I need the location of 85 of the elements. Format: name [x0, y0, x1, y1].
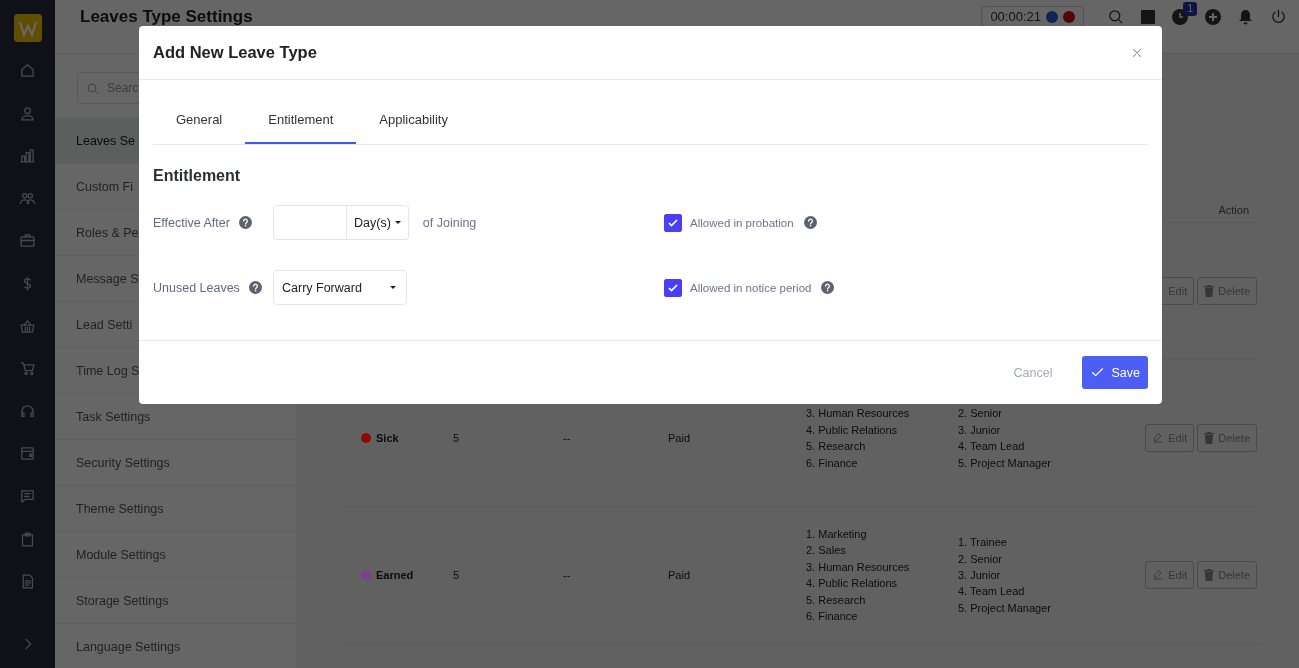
list-item: 5. Project Manager	[958, 601, 1052, 614]
list-item: 5. Research	[806, 593, 867, 606]
checkbox[interactable]	[664, 278, 682, 297]
list-item: 2. Senior	[958, 552, 1004, 565]
edit-icon	[1152, 569, 1165, 581]
clipboard-icon	[19, 530, 36, 548]
tab[interactable]: General	[153, 100, 246, 144]
pause-icon[interactable]	[1046, 10, 1058, 23]
list-item: 4. Team Lead	[958, 585, 1026, 598]
basket-icon	[19, 317, 36, 335]
user-icon	[19, 104, 36, 122]
list-item: 3. Junior	[958, 423, 1002, 436]
help-icon	[803, 216, 817, 229]
list-item: 2. Senior	[958, 407, 1004, 420]
list-item: 1. Marketing	[806, 528, 868, 540]
trash-icon	[1204, 285, 1215, 297]
table-cell-text: --	[563, 432, 572, 444]
checkbox[interactable]	[664, 213, 682, 232]
chart-icon	[19, 147, 36, 165]
table-cell-text: Paid	[668, 432, 692, 444]
square-icon[interactable]	[1141, 9, 1155, 24]
checkbox-label: Allowed in notice period	[690, 281, 812, 294]
list-item: 4. Team Lead	[958, 440, 1026, 453]
notification-badge: 1	[1183, 1, 1197, 16]
check-icon	[667, 216, 679, 229]
briefcase-icon	[19, 232, 36, 250]
trash-icon	[1204, 569, 1215, 581]
leave-name: Sick	[361, 432, 453, 444]
menu-item[interactable]: Language Settings	[55, 624, 297, 668]
modal-title: Add New Leave Type	[153, 43, 317, 62]
check-icon	[667, 281, 679, 294]
field-label: Effective After	[153, 215, 230, 230]
list-item: 5. Project Manager	[958, 456, 1052, 469]
list-item: 3. Junior	[958, 569, 1002, 581]
chat-icon	[19, 487, 36, 505]
table-cell-text: 5	[453, 432, 461, 444]
page-title: Leaves Type Settings	[80, 7, 253, 27]
list-item: 5. Research	[806, 440, 867, 453]
field-label: Unused Leaves	[153, 280, 240, 295]
menu-item[interactable]: Module Settings	[55, 532, 297, 578]
caret-icon	[390, 286, 396, 289]
bell-icon[interactable]	[1238, 8, 1253, 25]
menu-item[interactable]: Storage Settings	[55, 578, 297, 624]
edit-icon	[1152, 432, 1165, 444]
search-icon	[86, 81, 99, 95]
caret-icon	[394, 221, 401, 224]
list-item: 1. Trainee	[958, 536, 1008, 549]
section-title: Entitlement	[153, 167, 242, 185]
unit-dropdown[interactable]: Day(s)	[347, 205, 409, 240]
timer-text: 00:00:21	[990, 9, 1041, 24]
field-suffix: of Joining	[422, 215, 477, 230]
power-icon	[1270, 8, 1287, 25]
home-icon	[19, 62, 36, 79]
list-item: 4. Public Relations	[806, 577, 899, 590]
help-icon	[238, 216, 252, 229]
menu-item[interactable]: Security Settings	[55, 440, 297, 486]
list-item: 3. Human Resources	[806, 407, 911, 420]
checkbox-label: Allowed in probation	[690, 216, 794, 229]
help-icon	[248, 281, 262, 294]
table-cell-text: --	[563, 569, 572, 581]
list-item: 4. Public Relations	[806, 423, 899, 436]
search-icon	[1107, 8, 1124, 25]
help-icon	[821, 281, 835, 294]
tab[interactable]: Entitlement	[245, 100, 357, 144]
column-header: Action	[1218, 204, 1249, 216]
plus-icon[interactable]	[1205, 8, 1221, 25]
save-button[interactable]: Save	[1081, 356, 1148, 389]
logo[interactable]	[13, 14, 42, 42]
cancel-button[interactable]: Cancel	[1007, 364, 1059, 381]
menu-item[interactable]: Theme Settings	[55, 486, 297, 532]
list-item: 6. Finance	[806, 609, 859, 622]
list-item: 3. Human Resources	[806, 560, 911, 573]
table-cell-text: 5	[453, 569, 461, 581]
input-field[interactable]	[273, 205, 347, 240]
headset-icon	[19, 402, 36, 420]
calendar-icon	[19, 445, 36, 463]
select-field[interactable]: Carry Forward	[273, 270, 407, 305]
table-cell-text: Paid	[668, 569, 692, 581]
stop-icon[interactable]	[1063, 10, 1075, 23]
leave-name: Earned	[361, 569, 453, 581]
trash-icon	[1204, 432, 1215, 444]
list-item: 6. Finance	[806, 456, 859, 469]
cart-icon	[19, 360, 36, 378]
tab[interactable]: Applicability	[356, 100, 471, 144]
list-item: 2. Sales	[806, 544, 847, 557]
